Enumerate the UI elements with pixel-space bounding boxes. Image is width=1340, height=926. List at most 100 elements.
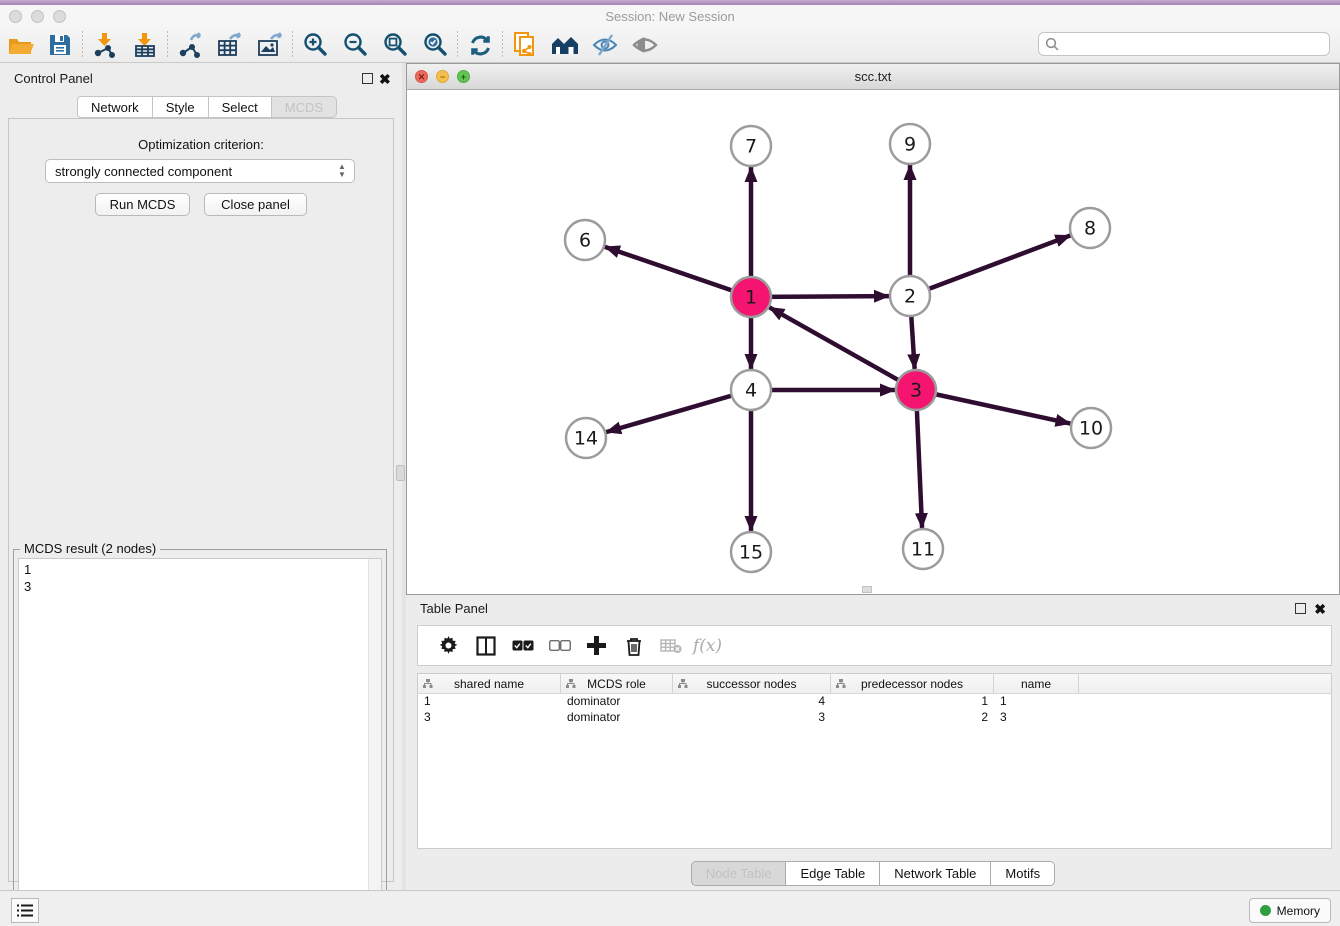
- graph-edge-3-10[interactable]: [916, 390, 1070, 424]
- table-panel-divider-handle[interactable]: [862, 586, 872, 593]
- zoom-in-icon: [302, 32, 328, 58]
- hide-selected-button[interactable]: [585, 29, 625, 61]
- cell-mcds-role: dominator: [561, 710, 673, 726]
- optimization-criterion-label: Optimization criterion:: [9, 137, 393, 152]
- graph-node-2[interactable]: 2: [890, 276, 930, 316]
- graph-node-7[interactable]: 7: [731, 126, 771, 166]
- duplicate-network-button[interactable]: [505, 29, 545, 61]
- export-network-button[interactable]: [170, 29, 210, 61]
- close-panel-button[interactable]: Close panel: [204, 193, 307, 216]
- export-image-button[interactable]: [250, 29, 290, 61]
- panel-divider-handle[interactable]: [396, 465, 405, 481]
- optimization-criterion-select[interactable]: strongly connected component ▲▼: [45, 159, 355, 183]
- zoom-selected-button[interactable]: [415, 29, 455, 61]
- function-builder-button[interactable]: f(x): [689, 629, 726, 663]
- graph-node-6[interactable]: 6: [565, 220, 605, 260]
- zoom-fit-button[interactable]: [375, 29, 415, 61]
- graph-node-3[interactable]: 3: [896, 370, 936, 410]
- save-session-button[interactable]: [40, 29, 80, 61]
- graph-node-label: 9: [904, 134, 916, 156]
- graph-node-9[interactable]: 9: [890, 124, 930, 164]
- tab-mcds[interactable]: MCDS: [272, 96, 337, 118]
- run-mcds-button[interactable]: Run MCDS: [95, 193, 190, 216]
- tab-network-table[interactable]: Network Table: [880, 861, 991, 886]
- column-header-shared-name[interactable]: shared name: [418, 674, 561, 693]
- deselect-all-columns-button[interactable]: [541, 629, 578, 663]
- tab-node-table[interactable]: Node Table: [691, 861, 787, 886]
- zoom-out-button[interactable]: [335, 29, 375, 61]
- task-history-button[interactable]: [11, 898, 39, 923]
- open-session-button[interactable]: [0, 29, 40, 61]
- zoom-selected-icon: [422, 32, 448, 58]
- status-bar: Memory: [0, 890, 1340, 926]
- trash-icon: [625, 636, 643, 656]
- column-header-successor-nodes[interactable]: successor nodes: [673, 674, 831, 693]
- export-network-icon: [177, 32, 203, 58]
- export-image-icon: [256, 32, 284, 58]
- delete-table-button[interactable]: [652, 629, 689, 663]
- column-header-name[interactable]: name: [994, 674, 1079, 693]
- graph-node-label: 7: [745, 136, 757, 158]
- graph-node-4[interactable]: 4: [731, 370, 771, 410]
- cell-predecessor-nodes: 2: [831, 710, 994, 726]
- refresh-icon: [468, 33, 493, 58]
- graph-edge-2-8[interactable]: [910, 235, 1070, 296]
- graph-node-8[interactable]: 8: [1070, 208, 1110, 248]
- graph-edge-3-1[interactable]: [769, 307, 916, 390]
- cell-successor-nodes: 4: [673, 694, 831, 710]
- result-line: 3: [24, 578, 376, 595]
- close-panel-icon[interactable]: ✖: [379, 71, 391, 88]
- first-neighbors-button[interactable]: [545, 29, 585, 61]
- cell-name: 1: [994, 694, 1079, 710]
- tab-motifs[interactable]: Motifs: [991, 861, 1055, 886]
- graph-edge-1-6[interactable]: [605, 247, 751, 297]
- float-panel-icon[interactable]: [1295, 603, 1306, 614]
- graph-node-15[interactable]: 15: [731, 532, 771, 572]
- graph-node-11[interactable]: 11: [903, 529, 943, 569]
- network-window-title: scc.txt: [407, 69, 1339, 84]
- import-network-button[interactable]: [85, 29, 125, 61]
- main-toolbar: [0, 28, 1340, 63]
- import-table-icon: [132, 32, 158, 58]
- control-panel-header: Control Panel ✖: [0, 69, 402, 89]
- tab-network[interactable]: Network: [77, 96, 153, 118]
- mcds-tab-content: Optimization criterion: strongly connect…: [8, 118, 394, 882]
- table-row[interactable]: 1 dominator 4 1 1: [418, 694, 1331, 710]
- zoom-fit-icon: [382, 32, 408, 58]
- float-panel-icon[interactable]: [362, 73, 373, 84]
- zoom-in-button[interactable]: [295, 29, 335, 61]
- tab-select[interactable]: Select: [209, 96, 272, 118]
- create-column-button[interactable]: [578, 629, 615, 663]
- graph-edge-4-14[interactable]: [606, 390, 751, 432]
- zoom-out-icon: [342, 32, 368, 58]
- export-table-button[interactable]: [210, 29, 250, 61]
- memory-status-icon: [1260, 905, 1271, 916]
- refresh-button[interactable]: [460, 29, 500, 61]
- select-all-columns-button[interactable]: [504, 629, 541, 663]
- graph-node-label: 10: [1079, 418, 1103, 440]
- result-line: 1: [24, 561, 376, 578]
- graph-node-14[interactable]: 14: [566, 418, 606, 458]
- network-graph-canvas[interactable]: 1 2 3 4 6 7 8 9 10 11 14 15: [407, 90, 1339, 594]
- column-header-predecessor-nodes[interactable]: predecessor nodes: [831, 674, 994, 693]
- graph-node-1[interactable]: 1: [731, 277, 771, 317]
- close-panel-icon[interactable]: ✖: [1314, 601, 1326, 618]
- import-table-button[interactable]: [125, 29, 165, 61]
- table-settings-button[interactable]: [430, 629, 467, 663]
- table-header-row: shared name MCDS role successor nodes pr…: [418, 674, 1331, 694]
- result-scrollbar[interactable]: [368, 559, 381, 923]
- tab-edge-table[interactable]: Edge Table: [786, 861, 880, 886]
- mcds-result-textarea[interactable]: 1 3: [18, 558, 382, 924]
- import-network-icon: [92, 32, 118, 58]
- show-all-button[interactable]: [625, 29, 665, 61]
- cell-successor-nodes: 3: [673, 710, 831, 726]
- search-input[interactable]: [1063, 37, 1329, 51]
- show-column-panel-button[interactable]: [467, 629, 504, 663]
- delete-column-button[interactable]: [615, 629, 652, 663]
- table-row[interactable]: 3 dominator 3 2 3: [418, 710, 1331, 726]
- tab-style[interactable]: Style: [153, 96, 209, 118]
- column-header-mcds-role[interactable]: MCDS role: [561, 674, 673, 693]
- memory-button[interactable]: Memory: [1249, 898, 1331, 923]
- graph-node-10[interactable]: 10: [1071, 408, 1111, 448]
- cell-shared-name: 3: [418, 710, 561, 726]
